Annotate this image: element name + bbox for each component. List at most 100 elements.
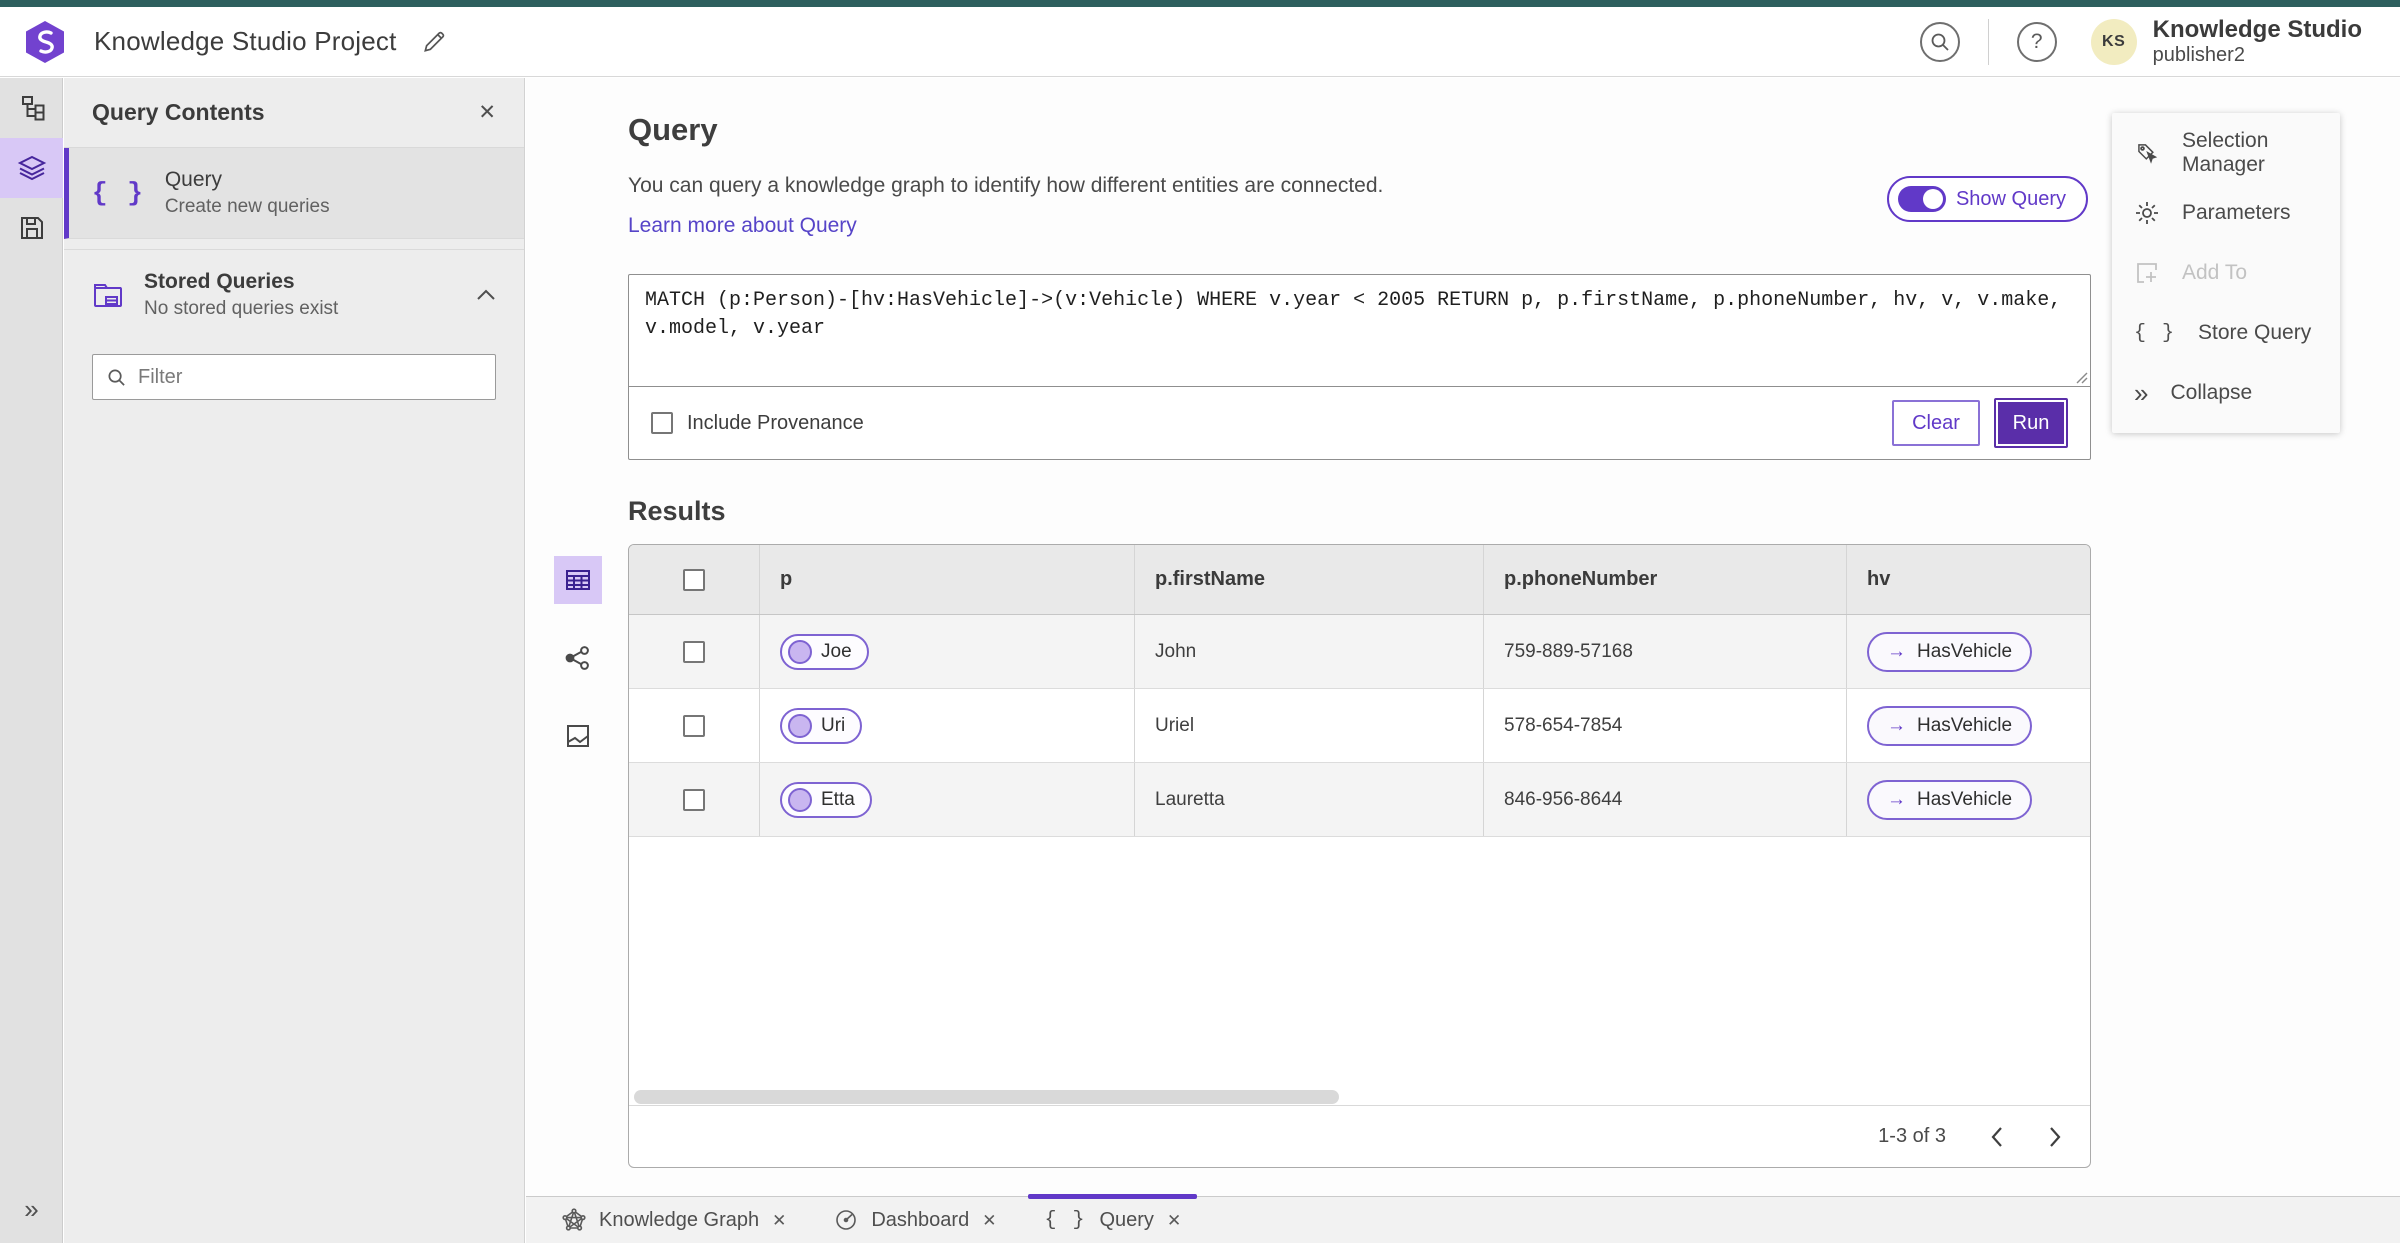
store-query-button[interactable]: Store Query — [2112, 303, 2340, 363]
panel-item-sublabel: No stored queries exist — [144, 298, 339, 319]
select-all-checkbox[interactable] — [683, 568, 705, 591]
next-page-button[interactable] — [2048, 1126, 2062, 1148]
edit-project-title-icon[interactable] — [421, 29, 447, 55]
left-rail — [0, 78, 63, 1243]
include-provenance-checkbox[interactable] — [651, 412, 673, 434]
column-header-hv[interactable]: hv — [1847, 545, 2090, 614]
tab-query[interactable]: Query — [1020, 1194, 1205, 1243]
table-row[interactable]: Joe John 759-889-57168 HasVehicle — [629, 615, 2090, 689]
row-checkbox[interactable] — [683, 714, 705, 737]
save-icon — [18, 214, 46, 242]
node-pill[interactable]: Uri — [780, 707, 863, 744]
row-checkbox-cell — [629, 763, 760, 836]
panel-item-stored-queries[interactable]: Stored Queries No stored queries exist — [64, 249, 524, 340]
tab-label: Dashboard — [871, 1208, 970, 1231]
results-title: Results — [628, 496, 726, 526]
column-header-phonenumber[interactable]: p.phoneNumber — [1484, 545, 1847, 614]
tab-dashboard[interactable]: Dashboard — [810, 1197, 1020, 1243]
selection-manager-icon — [2134, 140, 2160, 166]
view-map-button[interactable] — [554, 712, 602, 760]
tool-label: Store Query — [2198, 321, 2312, 344]
node-label: Etta — [821, 788, 855, 810]
cell-phonenumber: 846-956-8644 — [1484, 763, 1847, 836]
collapse-icon — [2134, 380, 2148, 406]
table-header-row: p p.firstName p.phoneNumber hv — [629, 545, 2090, 615]
include-provenance-label[interactable]: Include Provenance — [687, 412, 864, 435]
row-checkbox-cell — [629, 689, 760, 762]
stored-queries-folder-icon — [92, 280, 124, 310]
rail-item-hierarchy[interactable] — [0, 78, 63, 138]
run-button[interactable]: Run — [1994, 398, 2068, 448]
horizontal-scrollbar — [629, 1089, 2090, 1105]
row-checkbox[interactable] — [683, 640, 705, 663]
show-query-label: Show Query — [1955, 187, 2066, 210]
rail-item-layers[interactable] — [0, 138, 63, 198]
cell-firstname: Uriel — [1135, 689, 1484, 762]
map-view-icon — [563, 721, 593, 751]
edge-label: HasVehicle — [1917, 714, 2013, 736]
panel-item-query[interactable]: Query Create new queries — [64, 148, 524, 239]
query-editor[interactable]: MATCH (p:Person)-[hv:HasVehicle]->(v:Veh… — [629, 275, 2090, 386]
node-icon — [788, 787, 812, 812]
show-query-toggle-button[interactable]: Show Query — [1886, 176, 2088, 222]
table-row[interactable]: Uri Uriel 578-654-7854 HasVehicle — [629, 689, 2090, 763]
clear-button[interactable]: Clear — [1892, 400, 1980, 446]
panel-item-label: Query — [164, 168, 222, 191]
learn-more-link[interactable]: Learn more about Query — [628, 214, 857, 238]
edge-pill[interactable]: HasVehicle — [1867, 705, 2033, 746]
query-editor-footer: Include Provenance Clear Run — [629, 387, 2090, 459]
view-table-button[interactable] — [554, 556, 602, 604]
cell-hv: HasVehicle — [1847, 763, 2090, 836]
app-logo-icon — [22, 19, 68, 65]
arrow-right-icon — [1887, 642, 1906, 661]
arrow-right-icon — [1887, 716, 1906, 735]
app-header: Knowledge Studio Project ? KS Knowledge … — [0, 7, 2400, 77]
parameters-button[interactable]: Parameters — [2112, 183, 2340, 243]
user-avatar[interactable]: KS — [2090, 18, 2137, 65]
filter-input[interactable] — [138, 365, 481, 389]
chevron-up-icon[interactable] — [476, 289, 496, 301]
node-pill[interactable]: Etta — [780, 781, 872, 818]
panel-item-sublabel: Create new queries — [164, 196, 330, 217]
row-checkbox[interactable] — [683, 788, 705, 811]
edge-pill[interactable]: HasVehicle — [1867, 779, 2033, 820]
panel-close-icon[interactable] — [478, 102, 496, 123]
cell-hv: HasVehicle — [1847, 689, 2090, 762]
table-empty-area — [629, 837, 2090, 1089]
header-checkbox-cell — [629, 545, 760, 614]
previous-page-button[interactable] — [1990, 1126, 2004, 1148]
braces-icon — [2134, 322, 2176, 345]
tab-knowledge-graph[interactable]: Knowledge Graph — [538, 1197, 810, 1243]
help-button[interactable]: ? — [2016, 21, 2057, 62]
rail-expand-button[interactable] — [0, 1194, 63, 1225]
document-tab-bar: Knowledge Graph Dashboard Query — [526, 1194, 2400, 1243]
column-header-p[interactable]: p — [760, 545, 1135, 614]
panel-header: Query Contents — [64, 78, 524, 148]
tool-label: Collapse — [2170, 381, 2253, 404]
search-button[interactable] — [1919, 21, 1960, 62]
node-icon — [788, 639, 812, 664]
node-pill[interactable]: Joe — [780, 633, 869, 670]
tab-close-icon[interactable] — [1167, 1212, 1181, 1229]
resize-handle-icon[interactable] — [2074, 370, 2088, 384]
cell-phonenumber: 759-889-57168 — [1484, 615, 1847, 688]
collapse-button[interactable]: Collapse — [2112, 363, 2340, 423]
edge-pill[interactable]: HasVehicle — [1867, 631, 2033, 672]
cell-p: Uri — [760, 689, 1135, 762]
tab-close-icon[interactable] — [772, 1212, 786, 1229]
view-graph-button[interactable] — [554, 634, 602, 682]
tab-label: Query — [1099, 1208, 1154, 1231]
rail-item-save[interactable] — [0, 198, 63, 258]
selection-manager-button[interactable]: Selection Manager — [2112, 123, 2340, 183]
table-row[interactable]: Etta Lauretta 846-956-8644 HasVehicle — [629, 763, 2090, 837]
edge-label: HasVehicle — [1917, 788, 2013, 810]
toggle-switch-on[interactable] — [1897, 186, 1946, 212]
tab-close-icon[interactable] — [982, 1212, 996, 1229]
project-title: Knowledge Studio Project — [94, 26, 397, 56]
scrollbar-thumb[interactable] — [634, 1090, 1339, 1104]
edge-label: HasVehicle — [1917, 640, 2013, 662]
column-header-firstname[interactable]: p.firstName — [1135, 545, 1484, 614]
add-to-button: Add To — [2112, 243, 2340, 303]
arrow-right-icon — [1887, 790, 1906, 809]
cell-firstname: John — [1135, 615, 1484, 688]
